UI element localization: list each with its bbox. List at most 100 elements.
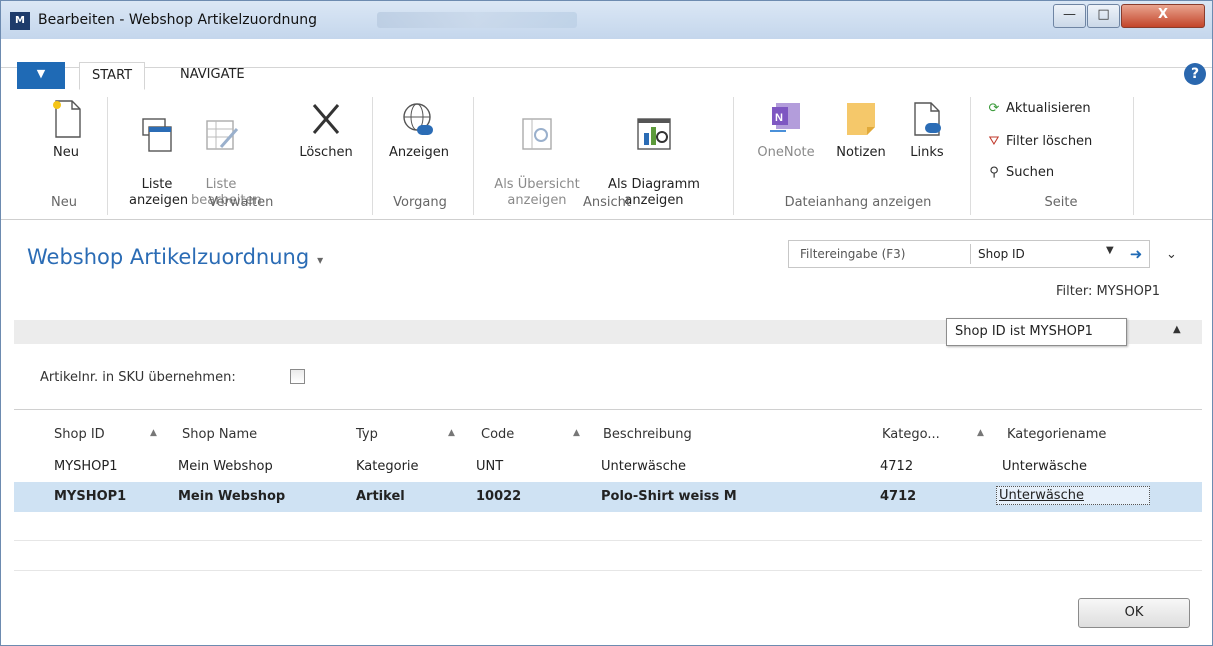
sort-indicator-icon: ▲ <box>150 428 157 438</box>
filter-input[interactable]: Filtereingabe (F3) <box>800 247 905 261</box>
cell-typ: Kategorie <box>356 459 419 474</box>
onenote-icon: N <box>770 103 800 132</box>
delete-x-icon <box>312 104 340 134</box>
cell-beschreibung: Polo-Shirt weiss M <box>601 489 737 504</box>
edit-list-icon <box>206 120 239 150</box>
onenote-label: OneNote <box>757 145 815 160</box>
notes-button[interactable]: Notizen <box>830 99 892 161</box>
search-label: Suchen <box>1006 165 1055 180</box>
collapse-up-icon[interactable]: ▲ <box>1173 324 1181 335</box>
cell-code: 10022 <box>476 489 522 504</box>
edit-list-button[interactable]: Liste bearbeiten <box>191 99 262 209</box>
column-header-kategoriename[interactable]: Kategoriename <box>1007 427 1106 442</box>
delete-label: Löschen <box>299 145 353 160</box>
column-header-beschreibung[interactable]: Beschreibung <box>603 427 692 442</box>
search-button[interactable]: ⚲ Suchen <box>986 162 1054 184</box>
ribbon-divider <box>733 97 734 215</box>
chart-icon <box>637 118 671 150</box>
cell-shop-id: MYSHOP1 <box>54 489 127 504</box>
filter-field-select[interactable]: Shop ID <box>978 247 1025 261</box>
dropdown-arrow-icon[interactable]: ▼ <box>1106 245 1114 256</box>
group-label-vorgang: Vorgang <box>393 195 447 210</box>
clear-filter-button[interactable]: ⛛ Filter löschen <box>986 131 1093 153</box>
links-label: Links <box>910 145 944 160</box>
row-divider <box>14 540 1202 541</box>
expand-chevron-icon[interactable]: ⌄ <box>1166 247 1177 262</box>
ribbon-divider <box>1133 97 1134 215</box>
show-label: Anzeigen <box>388 145 450 160</box>
tab-start[interactable]: START <box>79 62 146 90</box>
show-as-overview-button[interactable]: Als Übersicht anzeigen <box>489 99 585 209</box>
maximize-button[interactable]: □ <box>1087 4 1120 28</box>
refresh-icon: ⟳ <box>988 101 1000 116</box>
sku-option-label: Artikelnr. in SKU übernehmen: <box>40 370 236 385</box>
links-button[interactable]: Links <box>904 99 950 161</box>
svg-text:N: N <box>775 112 783 124</box>
sort-indicator-icon: ▲ <box>977 428 984 438</box>
table-row-selected[interactable]: MYSHOP1 Mein Webshop Artikel 10022 Polo-… <box>14 482 1202 512</box>
column-header-shop-name[interactable]: Shop Name <box>182 427 257 442</box>
cell-beschreibung: Unterwäsche <box>601 459 686 474</box>
cell-shop-id: MYSHOP1 <box>54 459 118 474</box>
row-divider <box>14 570 1202 571</box>
page-title[interactable]: Webshop Artikelzuordnung ▾ <box>27 245 323 269</box>
title-bar: M Bearbeiten - Webshop Artikelzuordnung … <box>1 1 1212 39</box>
group-label-neu: Neu <box>51 195 77 210</box>
app-logo-icon: M <box>10 12 30 30</box>
new-button[interactable]: Neu <box>41 99 91 161</box>
cell-kategorie: 4712 <box>880 459 914 474</box>
show-as-chart-button[interactable]: Als Diagramm anzeigen <box>605 99 703 209</box>
column-header-code[interactable]: Code <box>481 427 514 442</box>
sticky-note-icon <box>847 103 875 135</box>
apply-filter-arrow-icon[interactable]: ➜ <box>1125 243 1147 265</box>
overview-icon <box>522 118 552 150</box>
notes-label: Notizen <box>836 145 886 160</box>
show-list-button[interactable]: Liste anzeigen <box>129 99 189 209</box>
binoculars-icon: ⚲ <box>989 165 999 180</box>
ribbon-divider <box>473 97 474 215</box>
data-grid: Shop ID ▲ Shop Name Typ ▲ Code ▲ Beschre… <box>14 409 1202 641</box>
window-title: Bearbeiten - Webshop Artikelzuordnung <box>38 12 317 28</box>
column-header-shop-id[interactable]: Shop ID <box>54 427 105 442</box>
new-document-icon <box>53 100 81 138</box>
help-icon[interactable]: ? <box>1184 63 1206 85</box>
globe-link-icon <box>403 103 433 135</box>
cell-typ: Artikel <box>356 489 405 504</box>
column-header-typ[interactable]: Typ <box>356 427 378 442</box>
tooltip: Shop ID ist MYSHOP1 <box>946 318 1127 346</box>
onenote-button[interactable]: N OneNote <box>751 99 821 161</box>
group-label-ansicht: Ansicht <box>582 195 631 210</box>
cell-code: UNT <box>476 459 504 474</box>
sku-checkbox[interactable] <box>290 369 305 384</box>
file-menu-button[interactable]: ▼ <box>17 62 65 89</box>
table-row[interactable]: MYSHOP1 Mein Webshop Kategorie UNT Unter… <box>14 452 1202 482</box>
group-label-dateianhang: Dateianhang anzeigen <box>784 195 932 210</box>
clear-filter-icon: ⛛ <box>988 134 1000 149</box>
cell-kategoriename-link[interactable]: Unterwäsche <box>996 486 1150 505</box>
ribbon-divider <box>107 97 108 215</box>
show-button[interactable]: Anzeigen <box>387 99 451 161</box>
delete-button[interactable]: Löschen <box>296 99 356 161</box>
column-header-kategorie[interactable]: Katego... <box>882 427 940 442</box>
group-label-seite: Seite <box>1044 195 1078 210</box>
ribbon-divider <box>970 97 971 215</box>
show-list-label: Liste anzeigen <box>129 177 189 208</box>
filter-divider <box>970 244 971 264</box>
filter-box: Filtereingabe (F3) Shop ID ▼ ➜ <box>788 240 1150 268</box>
link-document-icon <box>914 102 941 136</box>
ok-button[interactable]: OK <box>1078 598 1190 628</box>
blurred-title-suffix <box>377 12 577 28</box>
cell-shop-name: Mein Webshop <box>178 489 286 504</box>
refresh-button[interactable]: ⟳ Aktualisieren <box>986 98 1091 120</box>
cell-kategorie: 4712 <box>880 489 917 504</box>
group-label-verwalten: Verwalten <box>208 195 274 210</box>
minimize-button[interactable]: — <box>1053 4 1086 28</box>
page-title-text: Webshop Artikelzuordnung <box>27 245 310 269</box>
close-button[interactable]: X <box>1121 4 1205 28</box>
sort-indicator-icon: ▲ <box>448 428 455 438</box>
cell-kategoriename: Unterwäsche <box>1002 459 1087 474</box>
clear-filter-label: Filter löschen <box>1006 134 1093 149</box>
tab-navigate[interactable]: NAVIGATE <box>168 62 257 90</box>
application-window: M Bearbeiten - Webshop Artikelzuordnung … <box>0 0 1213 646</box>
new-button-label: Neu <box>53 145 79 160</box>
